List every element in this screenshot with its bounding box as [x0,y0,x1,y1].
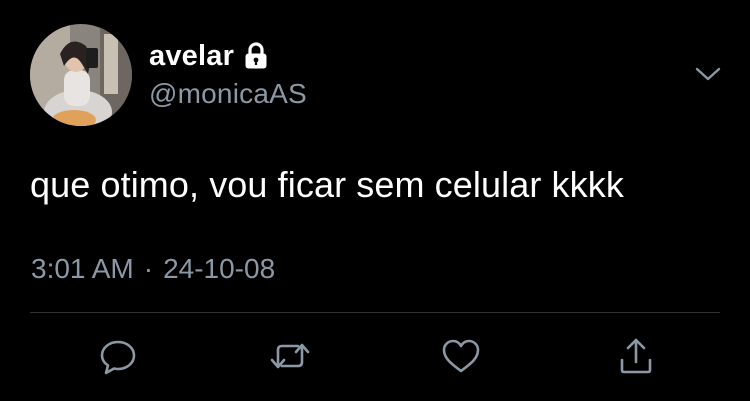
lock-icon [244,42,268,70]
heart-icon [442,339,480,373]
tweet-time: 3:01 AM [31,253,134,284]
reply-icon [100,340,136,375]
avatar[interactable] [30,24,132,126]
tweet-timestamp[interactable]: 3:01 AM · 24-10-08 [31,253,275,285]
timestamp-separator: · [143,253,154,284]
display-name-row: avelar [149,38,268,74]
chevron-down-icon[interactable] [694,62,722,86]
retweet-icon [270,343,310,369]
share-button[interactable] [614,334,658,378]
reply-button[interactable] [96,334,140,378]
tweet-text: que otimo, vou ficar sem celular kkkk [30,164,624,205]
user-handle[interactable]: @monicaAS [149,78,307,110]
divider [30,312,720,313]
display-name[interactable]: avelar [149,40,234,73]
tweet-date: 24-10-08 [163,253,276,284]
tweet-card: avelar @monicaAS que otimo, vou ficar se… [0,0,750,401]
like-button[interactable] [439,334,483,378]
retweet-button[interactable] [268,334,312,378]
share-icon [620,338,652,374]
